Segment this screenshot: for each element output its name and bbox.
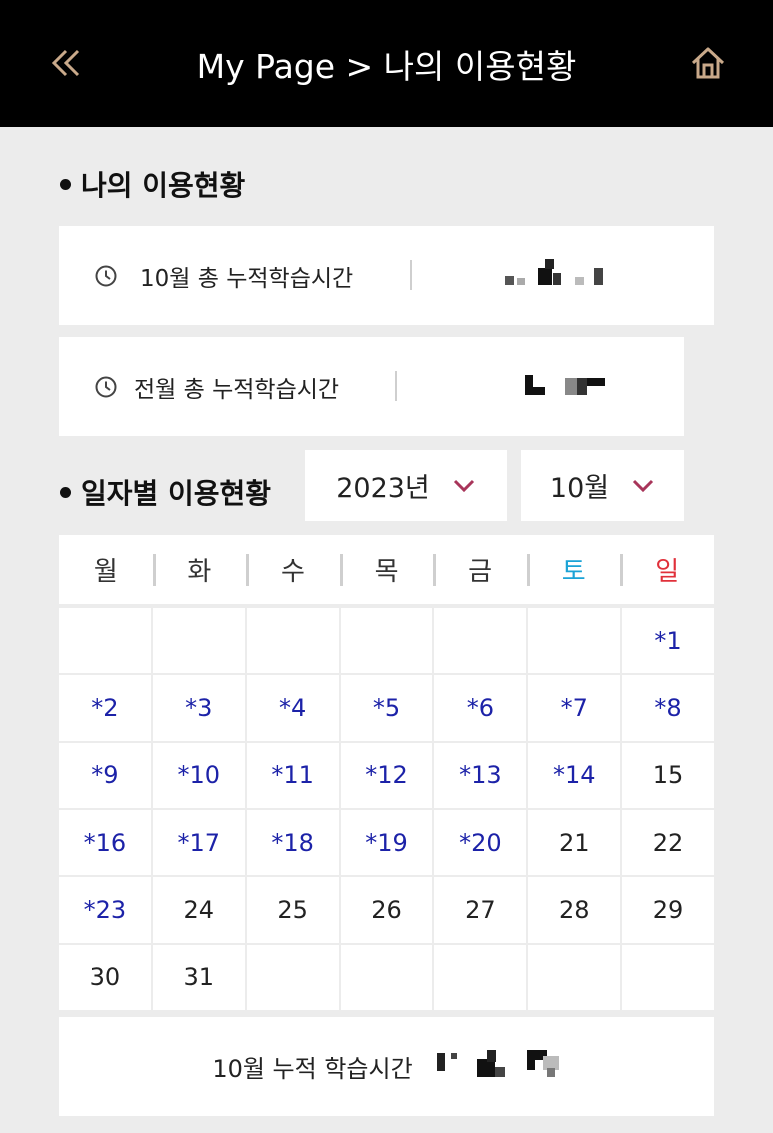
double-chevron-left-icon: [51, 49, 80, 77]
bullet-dot: [60, 486, 71, 498]
calendar-empty-cell: [152, 608, 245, 674]
calendar-day-cell[interactable]: *11: [246, 742, 339, 808]
calendar-day-cell[interactable]: *2: [59, 675, 151, 741]
year-select[interactable]: 2023년: [305, 450, 507, 521]
calendar-day-cell[interactable]: 25: [246, 877, 339, 943]
monthly-total-label: 10월 누적 학습시간: [212, 1055, 413, 1083]
calendar-day-cell[interactable]: *20: [434, 810, 527, 876]
weekday-label: 토: [526, 535, 621, 604]
calendar-day-cell[interactable]: *19: [340, 810, 433, 876]
calendar-day-cell[interactable]: 15: [622, 742, 714, 808]
year-select-value: 2023년: [336, 473, 430, 504]
weekday-label: 화: [152, 535, 247, 604]
weekday-label: 금: [433, 535, 527, 604]
calendar-day-cell[interactable]: *8: [622, 675, 714, 741]
divider: [410, 260, 412, 290]
calendar-day-cell[interactable]: 24: [152, 877, 245, 943]
weekday-label: 수: [246, 535, 340, 604]
clock-icon: [95, 376, 117, 397]
calendar-day-cell[interactable]: *17: [152, 810, 245, 876]
calendar-day-cell[interactable]: 26: [340, 877, 433, 943]
daily-section-title: 일자별 이용현황: [60, 472, 271, 512]
redacted-value: [525, 375, 615, 397]
calendar-day-cell[interactable]: *6: [434, 675, 527, 741]
calendar-day-cell[interactable]: 22: [622, 810, 714, 876]
chevron-down-icon: [453, 479, 474, 492]
calendar-day-cell[interactable]: *12: [340, 742, 433, 808]
back-button[interactable]: [40, 38, 90, 88]
calendar-day-cell[interactable]: *5: [340, 675, 433, 741]
calendar-empty-cell: [59, 608, 151, 674]
calendar-empty-cell: [246, 944, 339, 1010]
calendar-empty-cell: [528, 608, 621, 674]
calendar-day-cell[interactable]: 31: [152, 944, 245, 1010]
month-select-value: 10월: [549, 473, 610, 504]
calendar-day-cell[interactable]: *14: [528, 742, 621, 808]
calendar-empty-cell: [246, 608, 339, 674]
divider: [395, 371, 397, 401]
clock-icon: [95, 265, 117, 286]
monthly-total-bar: 10월 누적 학습시간: [59, 1017, 714, 1116]
calendar-day-cell[interactable]: 29: [622, 877, 714, 943]
calendar-day-cell[interactable]: *23: [59, 877, 151, 943]
calendar-empty-cell: [434, 608, 527, 674]
usage-section-label: 나의 이용현황: [81, 169, 246, 202]
daily-section-label: 일자별 이용현황: [81, 477, 272, 510]
calendar-day-cell[interactable]: *3: [152, 675, 245, 741]
usage-section-title: 나의 이용현황: [60, 164, 245, 204]
bullet-dot: [60, 178, 71, 190]
calendar-day-cell[interactable]: 21: [528, 810, 621, 876]
calendar-day-cell[interactable]: 30: [59, 944, 151, 1010]
calendar-empty-cell: [622, 944, 714, 1010]
calendar-day-cell[interactable]: *7: [528, 675, 621, 741]
home-icon: [691, 47, 725, 79]
calendar-day-cell[interactable]: 28: [528, 877, 621, 943]
calendar-day-cell[interactable]: 27: [434, 877, 527, 943]
calendar-day-cell[interactable]: *13: [434, 742, 527, 808]
calendar-grid: *1 *2 *3 *4 *5 *6 *7 *8 *9 *10 *11 *12 *13 *14 15 *16 *1…: [59, 608, 714, 1010]
page-title: My Page > 나의 이용현황: [196, 46, 577, 86]
calendar-day-cell[interactable]: *18: [246, 810, 339, 876]
calendar-weekday-header: 월 화수목금토일: [59, 535, 714, 604]
calendar-day-cell[interactable]: *16: [59, 810, 151, 876]
month-select[interactable]: 10월: [521, 450, 684, 521]
current-month-total-card: 10월 총 누적학습시간: [59, 226, 714, 325]
previous-month-total-card: 전월 총 누적학습시간: [59, 337, 684, 436]
calendar-day-cell[interactable]: *1: [622, 608, 714, 674]
weekday-label: 목: [339, 535, 434, 604]
previous-month-total-label: 전월 총 누적학습시간: [134, 376, 340, 403]
redacted-value: [437, 1050, 577, 1080]
current-month-total-label: 10월 총 누적학습시간: [140, 265, 354, 292]
top-header: My Page > 나의 이용현황: [0, 0, 773, 127]
home-button[interactable]: [684, 38, 732, 88]
calendar-empty-cell: [340, 608, 433, 674]
calendar-day-cell[interactable]: *4: [246, 675, 339, 741]
calendar-day-cell[interactable]: *10: [152, 742, 245, 808]
calendar-empty-cell: [528, 944, 621, 1010]
chevron-down-icon: [633, 479, 654, 492]
weekday-label: 월: [93, 557, 118, 587]
calendar-empty-cell: [434, 944, 527, 1010]
calendar-empty-cell: [340, 944, 433, 1010]
redacted-value: [505, 259, 605, 289]
weekday-label: 일: [620, 535, 714, 604]
calendar-day-cell[interactable]: *9: [59, 742, 151, 808]
